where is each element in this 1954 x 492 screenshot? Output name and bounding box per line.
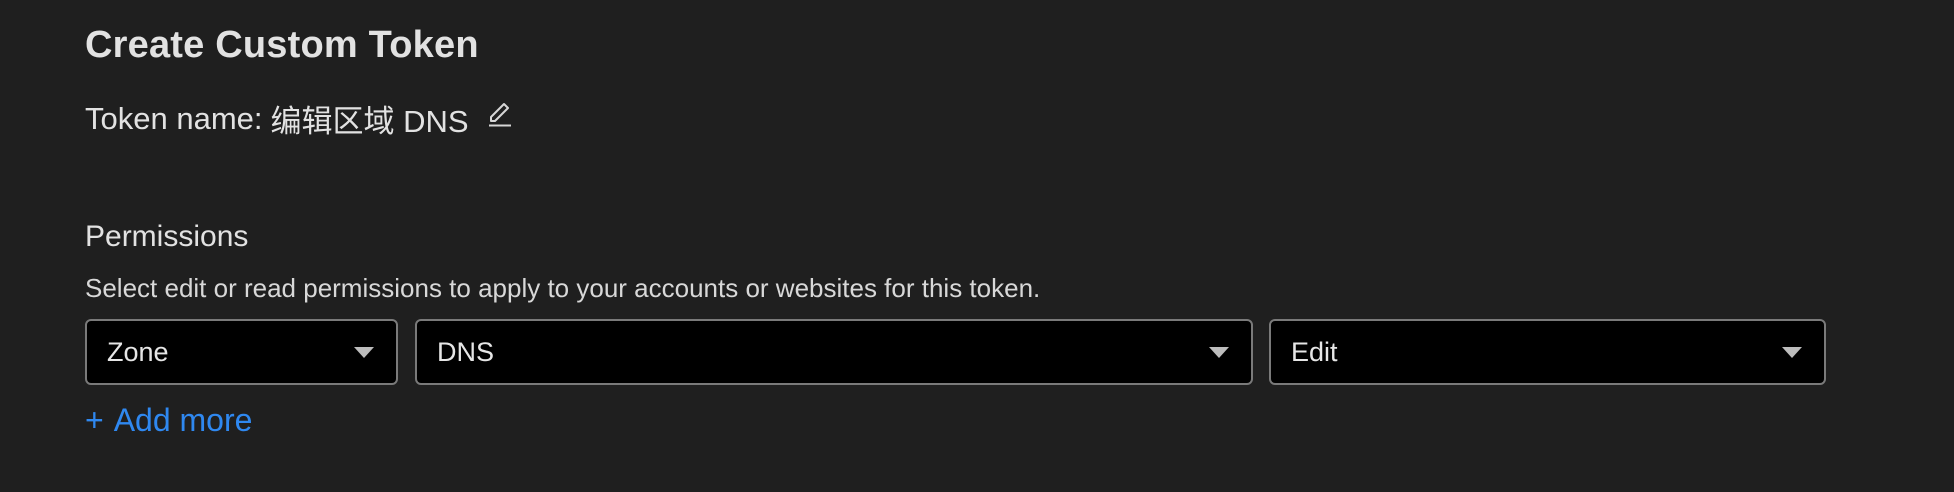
pencil-icon[interactable] — [485, 99, 515, 129]
resource-select-value: DNS — [437, 336, 495, 367]
caret-down-icon — [1209, 346, 1229, 358]
permissions-description: Select edit or read permissions to apply… — [85, 273, 1041, 303]
token-name-value: 编辑区域 DNS — [270, 104, 469, 139]
resource-select[interactable]: DNS — [415, 319, 1253, 385]
plus-icon: + — [85, 402, 104, 438]
add-more-label: Add more — [113, 402, 253, 438]
caret-down-icon — [354, 346, 374, 358]
scope-select[interactable]: Zone — [85, 319, 398, 385]
token-name-row: Token name: 编辑区域 DNS — [85, 96, 515, 141]
token-name-label: Token name: — [85, 100, 263, 136]
add-more-link[interactable]: + Add more — [85, 402, 252, 439]
scope-select-value: Zone — [107, 336, 169, 367]
access-select-value: Edit — [1291, 336, 1338, 367]
permissions-title: Permissions — [85, 220, 249, 253]
access-select[interactable]: Edit — [1269, 319, 1826, 385]
caret-down-icon — [1782, 346, 1802, 358]
page-title: Create Custom Token — [85, 24, 479, 66]
